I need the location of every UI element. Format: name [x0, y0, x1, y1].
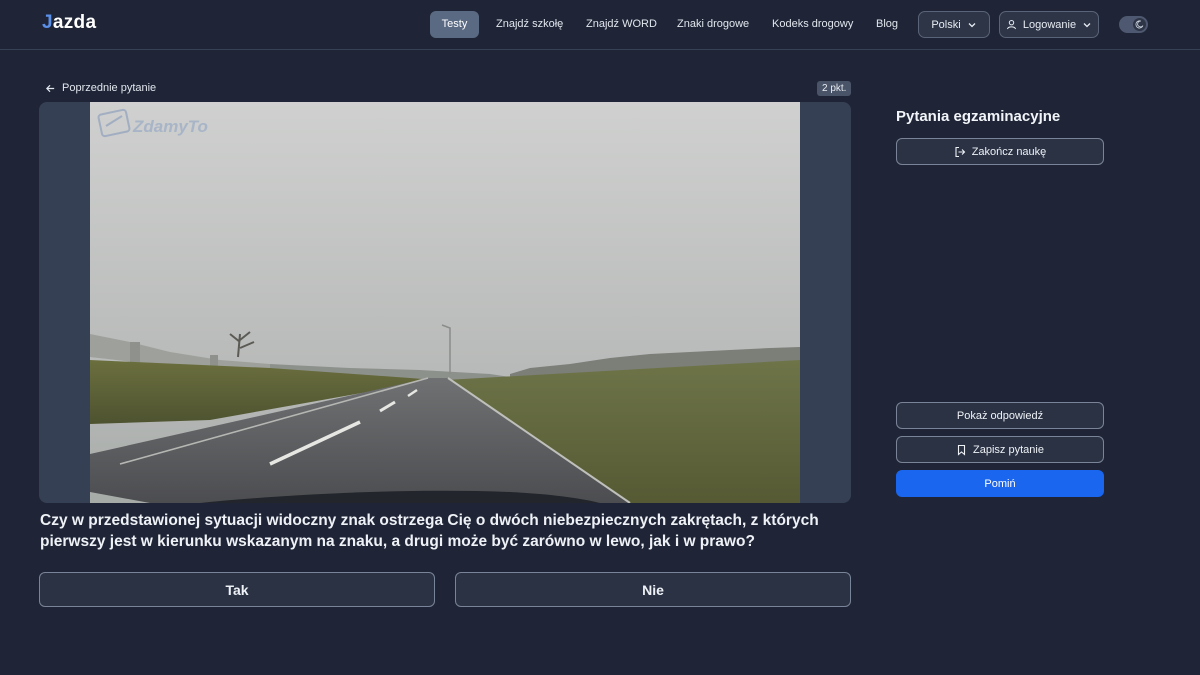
chevron-down-icon: [967, 20, 977, 30]
nav-tab-testy[interactable]: Testy: [430, 11, 479, 38]
sidebar-title: Pytania egzaminacyjne: [896, 108, 1061, 125]
previous-question-link[interactable]: Poprzednie pytanie: [45, 80, 156, 96]
answer-yes-button[interactable]: Tak: [39, 572, 435, 607]
end-learning-button[interactable]: Zakończ naukę: [896, 138, 1104, 165]
theme-toggle[interactable]: [1119, 16, 1148, 33]
nav-link-find-school[interactable]: Znajdź szkołę: [496, 11, 563, 38]
moon-icon: [1133, 18, 1146, 31]
skip-button[interactable]: Pomiń: [896, 470, 1104, 497]
points-badge: 2 pkt.: [817, 81, 852, 96]
language-label: Polski: [931, 18, 961, 31]
logo-initial: J: [42, 12, 53, 33]
road-scene-image: ZdamyTo: [90, 102, 800, 503]
watermark-text: ZdamyTo: [132, 117, 208, 136]
show-answer-label: Pokaż odpowiedź: [956, 409, 1044, 422]
bookmark-icon: [956, 444, 967, 456]
top-navigation-bar: Jazda Testy Znajdź szkołę Znajdź WORD Zn…: [0, 0, 1200, 50]
login-dropdown[interactable]: Logowanie: [999, 11, 1099, 38]
show-answer-button[interactable]: Pokaż odpowiedź: [896, 402, 1104, 429]
language-select[interactable]: Polski: [918, 11, 990, 38]
question-text: Czy w przedstawionej sytuacji widoczny z…: [40, 512, 819, 550]
previous-question-label: Poprzednie pytanie: [62, 82, 157, 94]
answer-no-button[interactable]: Nie: [455, 572, 851, 607]
user-icon: [1006, 19, 1017, 30]
save-question-label: Zapisz pytanie: [973, 443, 1044, 456]
save-question-button[interactable]: Zapisz pytanie: [896, 436, 1104, 463]
nav-link-traffic-code[interactable]: Kodeks drogowy: [772, 11, 853, 38]
login-label: Logowanie: [1022, 18, 1077, 31]
nav-link-road-signs[interactable]: Znaki drogowe: [677, 11, 749, 38]
logo-text: azda: [52, 12, 97, 33]
logo[interactable]: Jazda: [42, 12, 96, 34]
skip-label: Pomiń: [984, 477, 1016, 490]
nav-link-blog[interactable]: Blog: [876, 11, 898, 38]
logout-icon: [954, 146, 966, 158]
arrow-left-icon: [45, 83, 56, 94]
question-media-frame: ZdamyTo: [39, 102, 851, 503]
end-learning-label: Zakończ naukę: [971, 145, 1047, 158]
chevron-down-icon: [1082, 20, 1092, 30]
nav-link-find-word[interactable]: Znajdź WORD: [586, 11, 657, 38]
